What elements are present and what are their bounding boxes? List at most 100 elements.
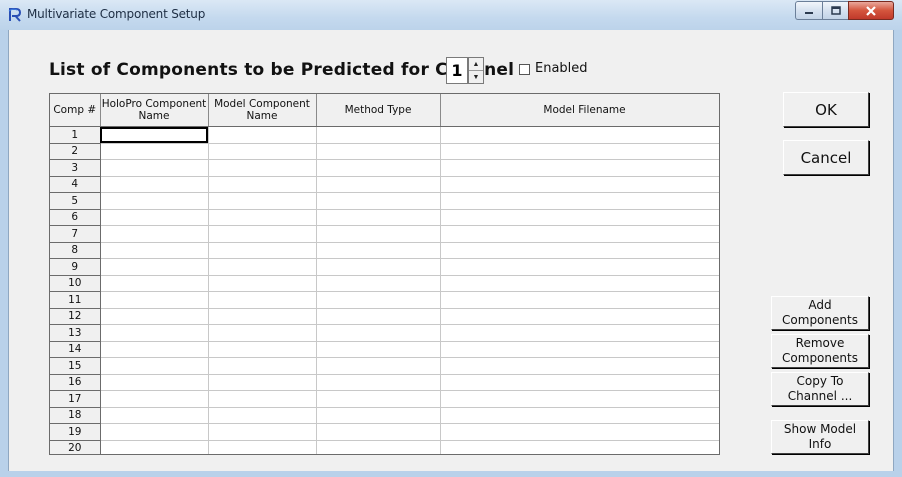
close-button[interactable] — [848, 1, 894, 20]
holopro-cell[interactable] — [100, 242, 209, 259]
method-type-cell[interactable] — [316, 258, 441, 276]
model-cell[interactable] — [208, 324, 317, 342]
holopro-cell[interactable] — [100, 324, 209, 342]
row-number-cell[interactable]: 2 — [50, 143, 101, 160]
maximize-button[interactable] — [822, 1, 848, 20]
row-number-cell[interactable]: 16 — [50, 374, 101, 391]
model-cell[interactable] — [208, 209, 317, 226]
holopro-cell[interactable] — [100, 176, 209, 193]
row-number-cell[interactable]: 11 — [50, 291, 101, 309]
holopro-cell[interactable] — [100, 341, 209, 358]
model-cell[interactable] — [208, 407, 317, 424]
holopro-cell[interactable] — [100, 192, 209, 210]
ok-button[interactable]: OK — [783, 92, 869, 127]
method-type-cell[interactable] — [316, 159, 441, 177]
model-cell[interactable] — [208, 192, 317, 210]
filename-cell[interactable] — [440, 176, 719, 193]
row-number-cell[interactable]: 12 — [50, 308, 101, 325]
method-type-cell[interactable] — [316, 390, 441, 408]
row-number-cell[interactable]: 19 — [50, 423, 101, 441]
method-type-cell[interactable] — [316, 242, 441, 259]
row-number-cell[interactable]: 10 — [50, 275, 101, 292]
filename-cell[interactable] — [440, 192, 719, 210]
enabled-checkbox[interactable] — [519, 64, 530, 75]
row-number-cell[interactable]: 13 — [50, 324, 101, 342]
model-cell[interactable] — [208, 374, 317, 391]
filename-cell[interactable] — [440, 440, 719, 454]
method-type-cell[interactable] — [316, 341, 441, 358]
row-number-cell[interactable]: 4 — [50, 176, 101, 193]
model-cell[interactable] — [208, 390, 317, 408]
holopro-cell[interactable] — [100, 275, 209, 292]
show-model-info-button[interactable]: Show Model Info — [771, 420, 869, 454]
filename-cell[interactable] — [440, 159, 719, 177]
model-cell[interactable] — [208, 143, 317, 160]
method-type-cell[interactable] — [316, 407, 441, 424]
model-cell[interactable] — [208, 242, 317, 259]
filename-cell[interactable] — [440, 308, 719, 325]
row-number-cell[interactable]: 18 — [50, 407, 101, 424]
holopro-cell[interactable] — [100, 159, 209, 177]
minimize-button[interactable] — [795, 1, 822, 20]
channel-spinner-value[interactable]: 1 — [446, 57, 468, 84]
model-cell[interactable] — [208, 258, 317, 276]
cancel-button[interactable]: Cancel — [783, 140, 869, 175]
holopro-cell[interactable] — [100, 390, 209, 408]
filename-cell[interactable] — [440, 390, 719, 408]
model-cell[interactable] — [208, 126, 317, 144]
method-type-cell[interactable] — [316, 143, 441, 160]
method-type-cell[interactable] — [316, 225, 441, 243]
method-type-cell[interactable] — [316, 209, 441, 226]
model-cell[interactable] — [208, 225, 317, 243]
method-type-cell[interactable] — [316, 357, 441, 375]
method-type-cell[interactable] — [316, 275, 441, 292]
holopro-cell[interactable] — [100, 308, 209, 325]
holopro-cell[interactable] — [100, 225, 209, 243]
row-number-cell[interactable]: 14 — [50, 341, 101, 358]
enabled-checkbox-label[interactable]: Enabled — [535, 61, 588, 76]
method-type-cell[interactable] — [316, 440, 441, 454]
method-type-cell[interactable] — [316, 374, 441, 391]
model-cell[interactable] — [208, 357, 317, 375]
model-cell[interactable] — [208, 423, 317, 441]
holopro-cell[interactable] — [100, 126, 209, 144]
method-type-cell[interactable] — [316, 291, 441, 309]
model-cell[interactable] — [208, 275, 317, 292]
method-type-cell[interactable] — [316, 126, 441, 144]
method-type-cell[interactable] — [316, 308, 441, 325]
row-number-cell[interactable]: 15 — [50, 357, 101, 375]
method-type-cell[interactable] — [316, 176, 441, 193]
holopro-cell[interactable] — [100, 357, 209, 375]
filename-cell[interactable] — [440, 324, 719, 342]
filename-cell[interactable] — [440, 291, 719, 309]
filename-cell[interactable] — [440, 126, 719, 144]
filename-cell[interactable] — [440, 374, 719, 391]
filename-cell[interactable] — [440, 143, 719, 160]
holopro-cell[interactable] — [100, 143, 209, 160]
holopro-cell[interactable] — [100, 209, 209, 226]
header-model-component-name[interactable]: Model Component Name — [208, 94, 317, 127]
copy-to-channel-button[interactable]: Copy To Channel ... — [771, 372, 869, 406]
spinner-down-button[interactable]: ▼ — [469, 71, 483, 83]
method-type-cell[interactable] — [316, 423, 441, 441]
row-number-cell[interactable]: 7 — [50, 225, 101, 243]
spinner-up-button[interactable]: ▲ — [469, 58, 483, 71]
method-type-cell[interactable] — [316, 192, 441, 210]
model-cell[interactable] — [208, 159, 317, 177]
row-number-cell[interactable]: 1 — [50, 126, 101, 144]
row-number-cell[interactable]: 9 — [50, 258, 101, 276]
filename-cell[interactable] — [440, 258, 719, 276]
holopro-cell[interactable] — [100, 258, 209, 276]
holopro-cell[interactable] — [100, 440, 209, 454]
header-model-filename[interactable]: Model Filename — [440, 94, 719, 127]
filename-cell[interactable] — [440, 423, 719, 441]
title-bar[interactable]: Multivariate Component Setup — [0, 0, 902, 30]
filename-cell[interactable] — [440, 357, 719, 375]
row-number-cell[interactable]: 8 — [50, 242, 101, 259]
row-number-cell[interactable]: 5 — [50, 192, 101, 210]
header-comp-number[interactable]: Comp # — [50, 94, 101, 127]
header-holopro-component-name[interactable]: HoloPro Component Name — [100, 94, 209, 127]
header-method-type[interactable]: Method Type — [316, 94, 441, 127]
method-type-cell[interactable] — [316, 324, 441, 342]
holopro-cell[interactable] — [100, 291, 209, 309]
